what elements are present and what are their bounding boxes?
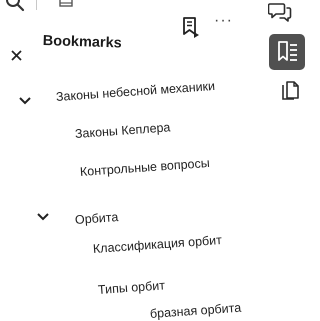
bookmark-item[interactable]: Классификация орбит	[93, 233, 223, 256]
bookmark-item[interactable]: Контрольные вопросы	[80, 156, 211, 179]
close-icon	[8, 46, 26, 64]
bookmark-panel-button[interactable]	[269, 34, 305, 70]
add-bookmark-icon	[181, 16, 203, 40]
bookmark-item[interactable]: Типы орбит	[98, 278, 166, 297]
add-bookmark-button[interactable]	[181, 16, 203, 40]
bookmark-item[interactable]: Законы Кеплера	[75, 120, 171, 141]
bookmark-item[interactable]: Законы небесной механики	[56, 79, 216, 104]
toolbar-divider	[36, 0, 37, 10]
comment-icon[interactable]	[268, 1, 292, 23]
thumbnails-icon[interactable]	[58, 0, 76, 9]
bookmark-item[interactable]: Орбита	[75, 210, 119, 227]
close-panel-button[interactable]	[8, 46, 26, 64]
chevron-down-icon[interactable]	[18, 96, 32, 106]
copy-icon[interactable]	[281, 80, 303, 102]
panel-title: Bookmarks	[42, 33, 122, 52]
chevron-down-icon[interactable]	[36, 212, 50, 222]
more-options-button[interactable]: ···	[214, 12, 233, 30]
search-icon[interactable]	[4, 0, 26, 14]
